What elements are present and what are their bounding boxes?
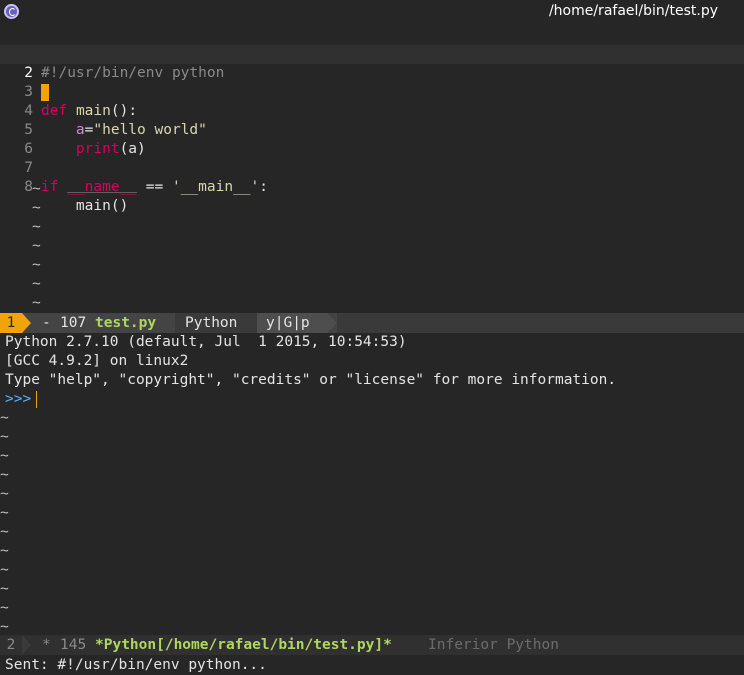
empty-line-marker: ~	[32, 238, 41, 254]
empty-line-marker: ~	[32, 276, 41, 292]
empty-line-marker: ~	[0, 524, 9, 540]
empty-line-marker: ~	[32, 200, 41, 216]
python-repl-pane[interactable]: Python 2.7.10 (default, Jul 1 2015, 10:5…	[0, 333, 744, 635]
code-line[interactable]: 1 #!/usr/bin/env python	[0, 26, 744, 81]
major-mode[interactable]: Python	[185, 313, 237, 333]
code-line[interactable]: 5 print(a)	[0, 102, 744, 157]
code-operator: ==	[137, 179, 172, 195]
window-number: 1	[0, 313, 22, 333]
dunder-name: __name__	[67, 179, 138, 195]
empty-line-marker: ~	[0, 543, 9, 559]
empty-line-marker: ~	[0, 505, 9, 521]
repl-output-line: Python 2.7.10 (default, Jul 1 2015, 10:5…	[5, 334, 407, 350]
code-text: main()	[41, 198, 129, 214]
echo-area-message: Sent: #!/usr/bin/env python...	[5, 657, 267, 673]
repl-prompt-line[interactable]: >>>	[5, 390, 38, 409]
separator-arrow	[22, 635, 31, 655]
mode-line-editor[interactable]: 1 - 107 test.py Python y|G|p	[0, 313, 744, 333]
empty-line-marker: ~	[32, 181, 41, 197]
code-line[interactable]: 7 if __name__ == '__main__':	[0, 140, 744, 195]
empty-line-marker: ~	[0, 410, 9, 426]
code-line[interactable]: 8 main()	[0, 159, 744, 214]
emacs-icon	[4, 4, 19, 19]
buffer-name[interactable]: *Python[/home/rafael/bin/test.py]*	[95, 635, 392, 655]
empty-line-marker: ~	[32, 219, 41, 235]
buffer-size: 107	[60, 315, 87, 331]
empty-line-marker: ~	[0, 486, 9, 502]
buffer-name[interactable]: test.py	[95, 313, 156, 333]
buffer-state: -	[42, 315, 51, 331]
code-line-current[interactable]: 2	[0, 45, 744, 101]
minor-modes[interactable]: y|G|p	[266, 313, 310, 333]
major-mode[interactable]: Inferior Python	[428, 635, 559, 655]
separator-arrow	[327, 313, 337, 333]
window-number: 2	[6, 637, 16, 653]
string-literal: '__main__'	[171, 179, 260, 195]
separator-arrow	[22, 313, 31, 333]
buffer-size: 145	[60, 637, 87, 653]
empty-line-marker: ~	[0, 600, 9, 616]
empty-line-marker: ~	[0, 581, 9, 597]
mode-line-filler	[337, 313, 744, 333]
mode-line-repl[interactable]: 2 * 145 *Python[/home/rafael/bin/test.py…	[0, 635, 744, 655]
empty-line-marker: ~	[0, 429, 9, 445]
repl-prompt: >>>	[5, 391, 32, 407]
title-bar: /home/rafael/bin/test.py	[0, 0, 744, 25]
empty-line-marker: ~	[32, 257, 41, 273]
editor-pane[interactable]: 1 #!/usr/bin/env python 2 3 def main(): …	[0, 25, 744, 313]
separator-arrow	[166, 313, 175, 333]
empty-line-marker: ~	[0, 562, 9, 578]
code-line[interactable]: 4 a="hello world"	[0, 83, 744, 138]
line-number: 8	[24, 179, 33, 195]
code-punct: :	[259, 179, 269, 195]
code-line[interactable]: 6	[0, 121, 744, 157]
empty-line-marker: ~	[32, 295, 41, 311]
keyword: if	[41, 179, 59, 195]
code-line[interactable]: 3 def main():	[0, 64, 744, 119]
separator-arrow	[410, 635, 419, 655]
empty-line-marker: ~	[0, 448, 9, 464]
text-cursor	[36, 390, 38, 408]
repl-output-line: Type "help", "copyright", "credits" or "…	[5, 372, 617, 388]
buffer-state: *	[42, 637, 51, 653]
repl-output-line: [GCC 4.9.2] on linux2	[5, 353, 189, 369]
empty-line-marker: ~	[0, 467, 9, 483]
window-title: /home/rafael/bin/test.py	[548, 3, 718, 19]
code-text: if __name__ == '__main__':	[41, 178, 268, 197]
